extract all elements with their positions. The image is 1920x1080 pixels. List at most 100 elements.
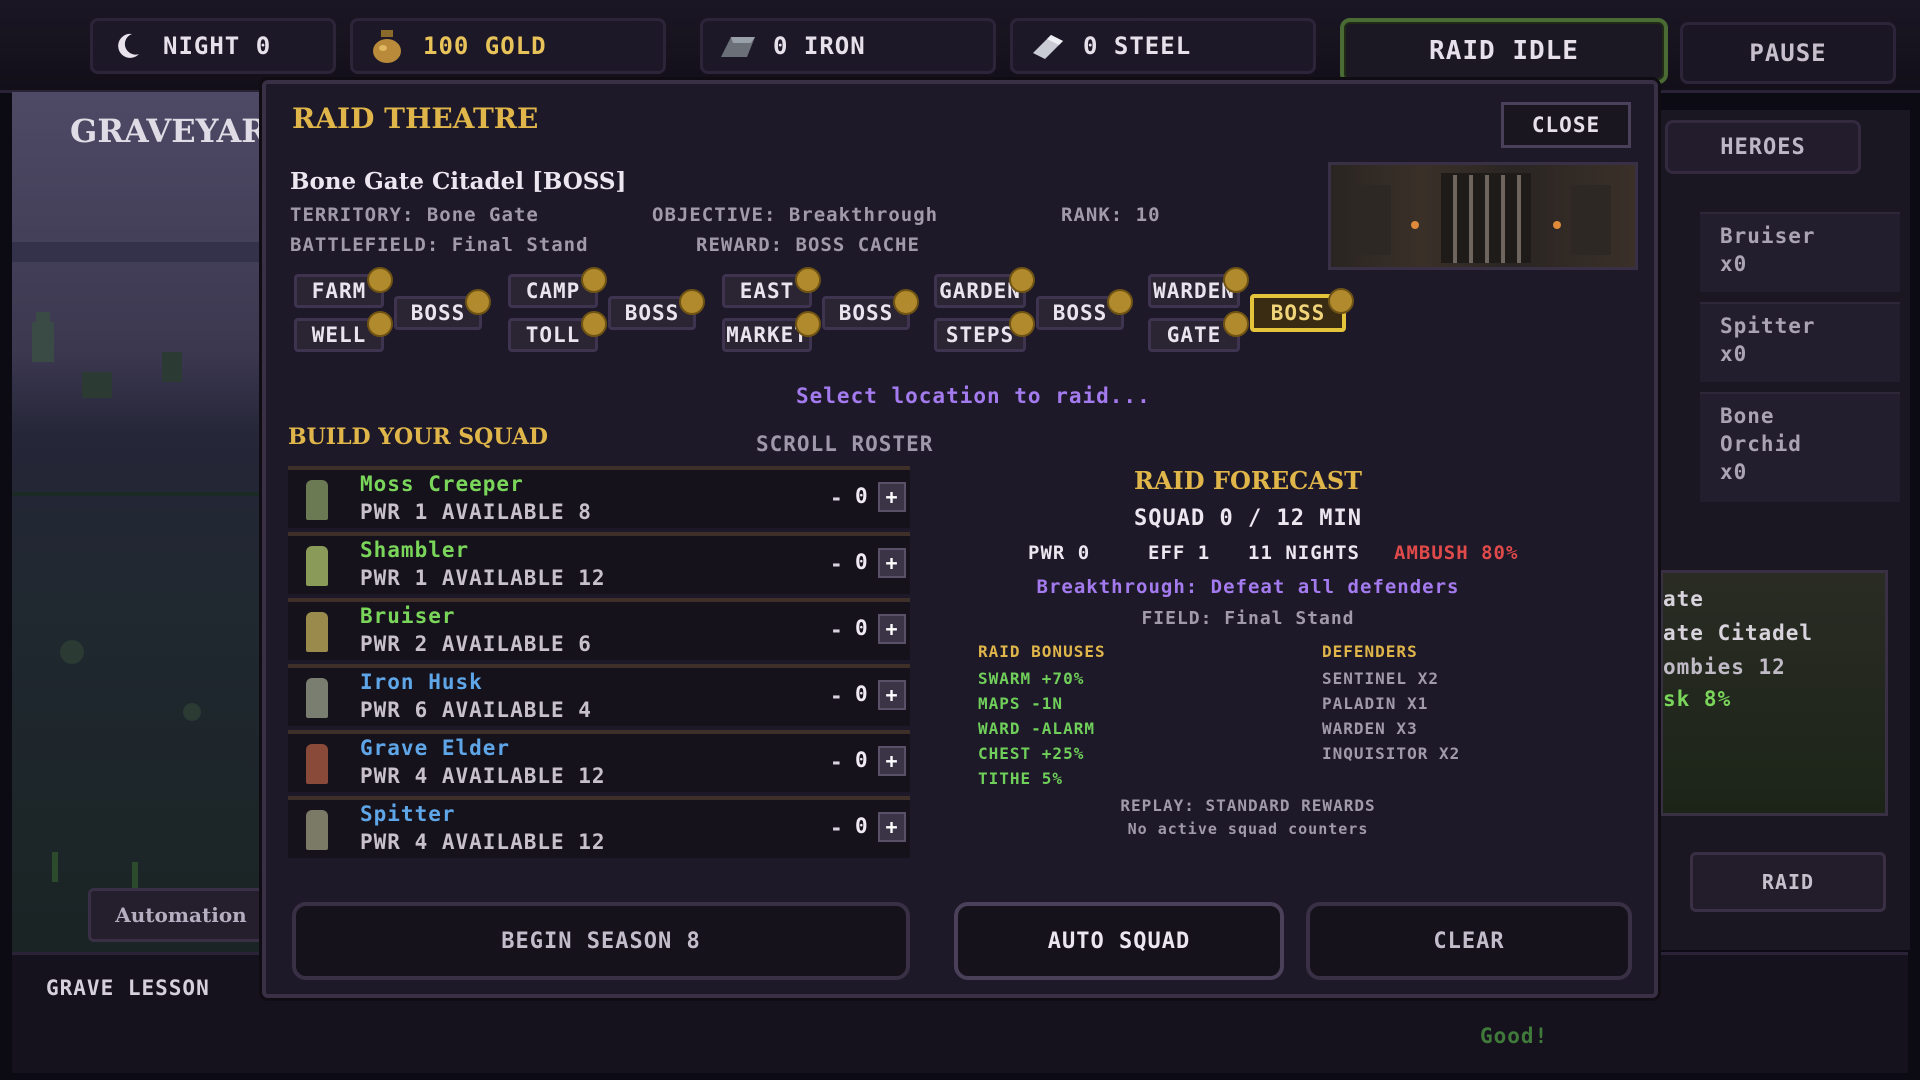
decrease-button[interactable]: - <box>830 552 844 576</box>
unit-quantity: 0 <box>855 550 869 574</box>
tab-heroes[interactable]: HEROES <box>1665 120 1861 174</box>
defender-item: WARDEN X3 <box>1322 719 1418 738</box>
defenders-heading: DEFENDERS <box>1322 642 1418 661</box>
close-button[interactable]: CLOSE <box>1501 102 1631 148</box>
gold-sack-icon <box>367 28 407 64</box>
coin-icon <box>1223 311 1249 337</box>
coin-icon <box>1328 288 1354 314</box>
forecast-ambush: AMBUSH 80% <box>1394 542 1519 564</box>
unit-row: Shambler PWR 1 AVAILABLE 12 - 0 + <box>288 532 910 594</box>
location-camp[interactable]: CAMP <box>508 267 607 308</box>
scroll-roster-label[interactable]: SCROLL ROSTER <box>756 432 933 456</box>
territory-text: TERRITORY: Bone Gate <box>290 204 539 226</box>
location-market[interactable]: MARKET <box>722 311 821 352</box>
decrease-button[interactable]: - <box>830 486 844 510</box>
moon-icon <box>107 28 147 64</box>
auto-squad-button[interactable]: AUTO SQUAD <box>954 902 1284 980</box>
coin-icon <box>795 311 821 337</box>
unit-row: Spitter PWR 4 AVAILABLE 12 - 0 + <box>288 796 910 858</box>
location-east[interactable]: EAST <box>722 267 821 308</box>
increase-button[interactable]: + <box>878 746 906 776</box>
unit-quantity: 0 <box>855 814 869 838</box>
hero-name: Bruiser <box>1720 224 1816 248</box>
location-gate[interactable]: GATE <box>1148 311 1249 352</box>
coin-icon <box>1223 267 1249 293</box>
location-boss-2[interactable]: BOSS <box>608 289 705 330</box>
location-warden[interactable]: WARDEN <box>1148 267 1249 308</box>
begin-season-button[interactable]: BEGIN SEASON 8 <box>292 902 910 980</box>
hero-list-item[interactable]: Bruiser x0 <box>1700 212 1900 292</box>
increase-button[interactable]: + <box>878 548 906 578</box>
hero-count: x0 <box>1720 342 1748 366</box>
coin-icon <box>893 289 919 315</box>
coin-icon <box>367 311 393 337</box>
unit-stats: PWR 1 AVAILABLE 8 <box>360 500 592 524</box>
coin-icon <box>679 289 705 315</box>
card-line: sk 8% <box>1663 687 1732 711</box>
increase-button[interactable]: + <box>878 482 906 512</box>
unit-sprite-icon <box>306 810 328 850</box>
location-boss-5-selected[interactable]: BOSS <box>1250 288 1354 332</box>
location-well[interactable]: WELL <box>294 311 393 352</box>
coin-icon <box>795 267 821 293</box>
automation-button[interactable]: Automation <box>88 888 274 942</box>
night-label: NIGHT 0 <box>163 32 272 60</box>
hero-list-item[interactable]: Spitter x0 <box>1700 302 1900 382</box>
forecast-efficiency: EFF 1 <box>1148 542 1211 564</box>
iron-ingot-icon <box>717 28 757 64</box>
unit-name: Iron Husk <box>360 670 483 694</box>
location-steps[interactable]: STEPS <box>934 311 1035 352</box>
select-prompt: Select location to raid... <box>796 384 1151 408</box>
clear-button[interactable]: CLEAR <box>1306 902 1632 980</box>
decrease-button[interactable]: - <box>830 684 844 708</box>
decrease-button[interactable]: - <box>830 816 844 840</box>
forecast-title: RAID FORECAST <box>1133 466 1363 495</box>
unit-row: Bruiser PWR 2 AVAILABLE 6 - 0 + <box>288 598 910 660</box>
unit-sprite-icon <box>306 546 328 586</box>
hero-name: Spitter <box>1720 314 1816 338</box>
gold-label: 100 GOLD <box>423 32 547 60</box>
decrease-button[interactable]: - <box>830 618 844 642</box>
unit-quantity: 0 <box>855 682 869 706</box>
unit-quantity: 0 <box>855 748 869 772</box>
coin-icon <box>1107 289 1133 315</box>
hero-count: x0 <box>1720 460 1748 484</box>
increase-button[interactable]: + <box>878 812 906 842</box>
forecast-objective: Breakthrough: Defeat all defenders <box>1036 576 1460 598</box>
location-toll[interactable]: TOLL <box>508 311 607 352</box>
hero-name: Bone Orchid <box>1720 404 1802 456</box>
card-line: ate <box>1663 587 1704 611</box>
objective-text: OBJECTIVE: Breakthrough <box>652 204 939 226</box>
location-boss-4[interactable]: BOSS <box>1036 289 1133 330</box>
location-farm[interactable]: FARM <box>294 267 393 308</box>
steel-label: 0 STEEL <box>1083 32 1192 60</box>
target-card[interactable]: ate ate Citadel ombies 12 sk 8% <box>1660 570 1888 816</box>
location-boss-1[interactable]: BOSS <box>394 289 491 330</box>
unit-sprite-icon <box>306 678 328 718</box>
pause-button[interactable]: PAUSE <box>1680 22 1896 84</box>
unit-stats: PWR 4 AVAILABLE 12 <box>360 830 606 854</box>
increase-button[interactable]: + <box>878 614 906 644</box>
unit-name: Bruiser <box>360 604 456 628</box>
unit-name: Shambler <box>360 538 470 562</box>
unit-name: Spitter <box>360 802 456 826</box>
coin-icon <box>367 267 393 293</box>
location-boss-3[interactable]: BOSS <box>822 289 919 330</box>
decrease-button[interactable]: - <box>830 750 844 774</box>
defender-item: SENTINEL X2 <box>1322 669 1439 688</box>
raid-status-indicator: RAID IDLE <box>1340 18 1668 84</box>
raid-button[interactable]: RAID <box>1690 852 1886 912</box>
gold-counter: 100 GOLD <box>350 18 666 74</box>
unit-stats: PWR 4 AVAILABLE 12 <box>360 764 606 788</box>
iron-counter: 0 IRON <box>700 18 996 74</box>
location-garden[interactable]: GARDEN <box>934 267 1035 308</box>
bonuses-heading: RAID BONUSES <box>978 642 1106 661</box>
steel-ingot-icon <box>1027 28 1067 64</box>
reward-text: REWARD: BOSS CACHE <box>696 234 920 256</box>
replay-info: REPLAY: STANDARD REWARDS <box>1120 796 1376 815</box>
bonus-item: TITHE 5% <box>978 769 1064 788</box>
increase-button[interactable]: + <box>878 680 906 710</box>
location-preview-image <box>1328 162 1638 270</box>
hero-list-item[interactable]: Bone Orchid x0 <box>1700 392 1900 502</box>
forecast-field: FIELD: Final Stand <box>1141 608 1355 629</box>
